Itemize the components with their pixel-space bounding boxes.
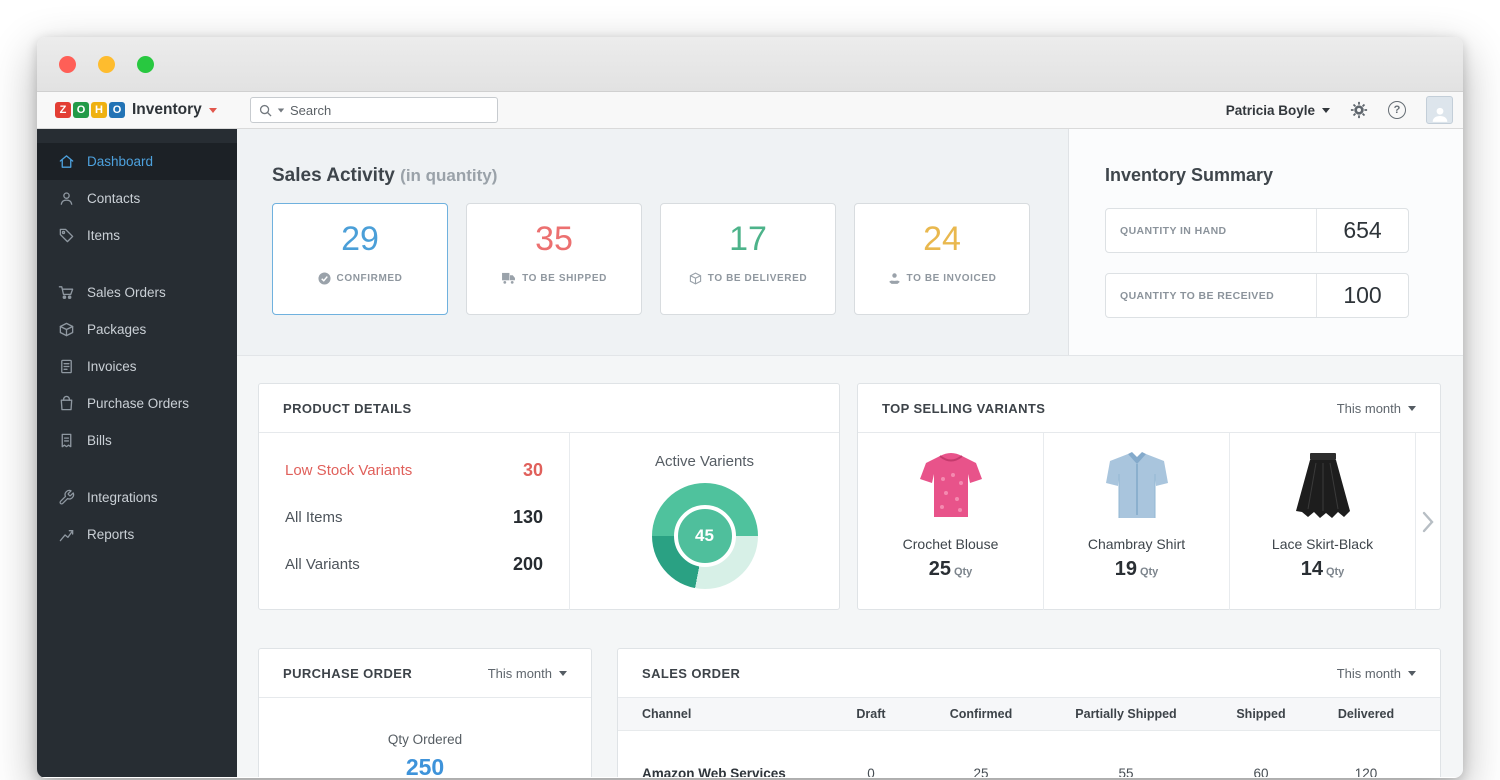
purchase-order-card: PURCHASE ORDER This month Qty Ordered 25… [258, 648, 592, 777]
purchase-order-filter-dropdown[interactable]: This month [488, 666, 567, 681]
sidebar-item-contacts[interactable]: Contacts [37, 180, 237, 217]
sidebar-item-bills[interactable]: Bills [37, 422, 237, 459]
product-name: Inventory [132, 101, 202, 119]
variant-chambray-shirt[interactable]: Chambray Shirt 19Qty [1044, 433, 1230, 610]
active-variants-donut-chart: 45 [652, 483, 758, 589]
sidebar-item-sales-orders[interactable]: Sales Orders [37, 274, 237, 311]
to-be-invoiced-value: 24 [855, 220, 1029, 259]
sidebar: Dashboard Contacts Items Sales Orders Pa… [37, 129, 237, 777]
app-window: Z O H O Inventory Patricia Boyle [37, 37, 1463, 778]
product-details-card: PRODUCT DETAILS Low Stock Variants 30 Al… [258, 383, 840, 610]
chevron-down-icon [1408, 406, 1416, 411]
sales-order-table-header: Channel Draft Confirmed Partially Shippe… [618, 698, 1440, 731]
table-row[interactable]: Amazon Web Services 0 25 55 60 120 [618, 753, 1440, 777]
quantity-to-be-received-row: QUANTITY TO BE RECEIVED 100 [1105, 273, 1409, 318]
sales-activity-section: Sales Activity (in quantity) 29 CONFIRME… [237, 129, 1068, 355]
chevron-down-icon [559, 671, 567, 676]
receipt-icon [58, 432, 75, 449]
chambray-shirt-image [1099, 446, 1175, 526]
search-scope-caret-icon[interactable] [278, 108, 284, 112]
sidebar-item-packages[interactable]: Packages [37, 311, 237, 348]
chart-icon [58, 526, 75, 543]
person-icon [1431, 105, 1449, 123]
quantity-in-hand-value: 654 [1316, 209, 1408, 252]
all-variants-row[interactable]: All Variants 200 [285, 554, 543, 575]
to-be-invoiced-card[interactable]: 24 TO BE INVOICED [854, 203, 1030, 315]
variant-lace-skirt-black[interactable]: Lace Skirt-Black 14Qty [1230, 433, 1416, 610]
package-icon [58, 321, 75, 338]
product-switcher-caret-icon [209, 108, 217, 113]
settings-gear-icon[interactable] [1350, 101, 1368, 119]
inventory-summary-section: Inventory Summary QUANTITY IN HAND 654 Q… [1069, 129, 1463, 355]
dashboard-main: Sales Activity (in quantity) 29 CONFIRME… [237, 129, 1463, 777]
search-input[interactable] [290, 103, 489, 118]
maximize-button[interactable] [137, 56, 154, 73]
quantity-to-be-received-value: 100 [1316, 274, 1408, 317]
bag-icon [58, 395, 75, 412]
product-details-title: PRODUCT DETAILS [283, 401, 412, 416]
box-icon [689, 272, 702, 285]
invoice-icon [58, 358, 75, 375]
variant-crochet-blouse[interactable]: Crochet Blouse 25Qty [858, 433, 1044, 610]
confirmed-card[interactable]: 29 CONFIRMED [272, 203, 448, 315]
help-icon[interactable]: ? [1388, 101, 1406, 119]
tag-icon [58, 227, 75, 244]
chevron-right-icon [1422, 511, 1434, 533]
qty-ordered-value: 250 [259, 754, 591, 777]
sidebar-item-purchase-orders[interactable]: Purchase Orders [37, 385, 237, 422]
confirmed-value: 29 [273, 220, 447, 259]
sales-activity-subtitle: (in quantity) [400, 166, 497, 185]
user-name: Patricia Boyle [1226, 103, 1315, 118]
window-titlebar [37, 37, 1463, 92]
to-be-delivered-card[interactable]: 17 TO BE DELIVERED [660, 203, 836, 315]
low-stock-variants-row[interactable]: Low Stock Variants 30 [285, 460, 543, 481]
crochet-blouse-image [913, 446, 989, 526]
user-menu-caret-icon [1322, 108, 1330, 113]
sales-order-filter-dropdown[interactable]: This month [1337, 666, 1416, 681]
sidebar-item-invoices[interactable]: Invoices [37, 348, 237, 385]
global-search [250, 97, 498, 123]
user-avatar[interactable] [1426, 96, 1453, 124]
inventory-summary-title: Inventory Summary [1105, 165, 1463, 186]
top-selling-variants-card: TOP SELLING VARIANTS This month [857, 383, 1441, 610]
all-items-row[interactable]: All Items 130 [285, 507, 543, 528]
zoho-logo: Z O H O [55, 102, 125, 118]
sidebar-item-integrations[interactable]: Integrations [37, 479, 237, 516]
hand-invoice-icon [888, 272, 901, 285]
sales-order-card: SALES ORDER This month Channel Draft Con… [617, 648, 1441, 777]
cart-icon [58, 284, 75, 301]
next-variants-button[interactable] [1416, 433, 1440, 610]
truck-icon [501, 272, 516, 284]
sidebar-item-items[interactable]: Items [37, 217, 237, 254]
to-be-shipped-card[interactable]: 35 TO BE SHIPPED [466, 203, 642, 315]
check-circle-icon [318, 272, 331, 285]
user-menu[interactable]: Patricia Boyle [1226, 103, 1330, 118]
chevron-down-icon [1408, 671, 1416, 676]
quantity-in-hand-row: QUANTITY IN HAND 654 [1105, 208, 1409, 253]
app-logo-menu[interactable]: Z O H O Inventory [37, 101, 250, 119]
sidebar-item-reports[interactable]: Reports [37, 516, 237, 553]
top-selling-variants-title: TOP SELLING VARIANTS [882, 401, 1045, 416]
to-be-shipped-value: 35 [467, 220, 641, 259]
active-variants-label: Active Varients [655, 453, 754, 470]
top-selling-filter-dropdown[interactable]: This month [1337, 401, 1416, 416]
lace-skirt-image [1285, 446, 1361, 526]
home-icon [58, 153, 75, 170]
person-icon [58, 190, 75, 207]
purchase-order-title: PURCHASE ORDER [283, 666, 412, 681]
tool-icon [58, 489, 75, 506]
minimize-button[interactable] [98, 56, 115, 73]
active-variants-count: 45 [695, 526, 714, 546]
close-button[interactable] [59, 56, 76, 73]
sidebar-item-dashboard[interactable]: Dashboard [37, 143, 237, 180]
search-icon [259, 104, 272, 117]
qty-ordered-label: Qty Ordered [259, 732, 591, 747]
sales-activity-title: Sales Activity (in quantity) [272, 165, 1068, 187]
to-be-delivered-value: 17 [661, 220, 835, 259]
top-navbar: Z O H O Inventory Patricia Boyle [37, 92, 1463, 129]
sales-order-title: SALES ORDER [642, 666, 740, 681]
